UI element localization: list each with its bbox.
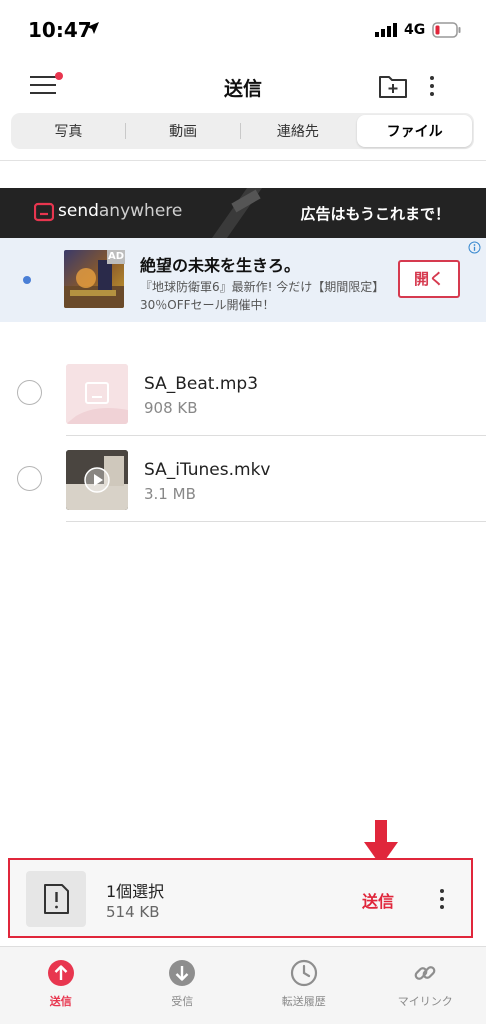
tab-label: 動画 (169, 124, 198, 140)
ad-info-icon[interactable] (468, 241, 481, 254)
nav-label: マイリンク (397, 995, 453, 1008)
location-arrow-icon (87, 22, 99, 34)
ad-badge: AD (107, 250, 125, 264)
audio-thumbnail (66, 364, 128, 424)
folder-add-icon[interactable] (378, 73, 408, 99)
tab-files[interactable]: ファイル (357, 115, 472, 147)
banner-brand: sendanywhere (58, 201, 182, 221)
file-size: 908 KB (144, 399, 198, 417)
download-icon (169, 960, 196, 986)
more-vertical-icon[interactable] (437, 886, 447, 912)
ad-description: 『地球防衛軍6』最新作! 今だけ【期間限定】30％OFFセール開催中！ (140, 280, 379, 312)
nav-mylink[interactable]: マイリンク (365, 947, 486, 1024)
app-header: 送信 (0, 60, 486, 112)
selection-bar: 1個選択 514 KB 送信 (8, 858, 473, 938)
tab-label: 連絡先 (276, 124, 319, 140)
nav-label: 受信 (171, 995, 194, 1008)
signal-icon (375, 23, 397, 37)
ad-open-button[interactable]: 開く (398, 260, 460, 298)
battery-icon (432, 22, 461, 38)
banner-decoration (212, 188, 262, 238)
header-divider (0, 160, 486, 161)
select-radio[interactable] (17, 466, 42, 491)
category-tabs: 写真 動画 連絡先 ファイル (11, 113, 474, 149)
more-vertical-icon[interactable] (424, 74, 440, 98)
ad-title: 絶望の未来を生きろ。 (140, 256, 301, 275)
network-type: 4G (404, 22, 426, 38)
send-anywhere-logo-icon (34, 202, 54, 222)
nav-history[interactable]: 転送履歴 (243, 947, 365, 1024)
file-row[interactable]: SA_Beat.mp3 908 KB (0, 350, 486, 436)
selection-count: 1個選択 (106, 882, 165, 901)
page-title: 送信 (223, 78, 262, 100)
tab-contacts[interactable]: 連絡先 (241, 113, 356, 149)
history-icon (290, 959, 317, 987)
file-size: 3.1 MB (144, 485, 196, 503)
file-name: SA_iTunes.mkv (144, 460, 271, 480)
tab-label: ファイル (386, 124, 443, 140)
banner-brand-light: anywhere (98, 201, 183, 221)
banner-tagline: 広告はもうこれまで！ (300, 205, 450, 223)
nav-label: 送信 (49, 995, 72, 1008)
video-thumbnail (66, 450, 128, 510)
row-divider (66, 521, 486, 522)
link-icon (414, 966, 436, 980)
selection-size: 514 KB (106, 903, 160, 921)
bottom-nav: 送信 受信 転送履歴 マイリンク (0, 946, 486, 1024)
selected-file-thumbnail (26, 871, 86, 927)
banner-ad[interactable]: sendanywhere 広告はもうこれまで！ (0, 188, 486, 238)
tab-photos[interactable]: 写真 (11, 113, 126, 149)
tab-label: 写真 (54, 124, 83, 140)
upload-icon (47, 960, 74, 986)
nav-label: 転送履歴 (281, 995, 326, 1008)
status-bar: 10:47 4G (0, 0, 486, 60)
file-row[interactable]: SA_iTunes.mkv 3.1 MB (0, 436, 486, 522)
ad-indicator-dot (23, 276, 31, 284)
nav-receive[interactable]: 受信 (122, 947, 244, 1024)
native-ad[interactable]: AD 絶望の未来を生きろ。 『地球防衛軍6』最新作! 今だけ【期間限定】30％O… (0, 238, 486, 322)
select-radio[interactable] (17, 380, 42, 405)
status-time: 10:47 (28, 18, 92, 42)
send-button[interactable]: 送信 (362, 888, 394, 912)
nav-send[interactable]: 送信 (0, 947, 122, 1024)
tab-videos[interactable]: 動画 (126, 113, 241, 149)
file-name: SA_Beat.mp3 (144, 374, 259, 394)
banner-brand-bold: send (58, 201, 99, 221)
